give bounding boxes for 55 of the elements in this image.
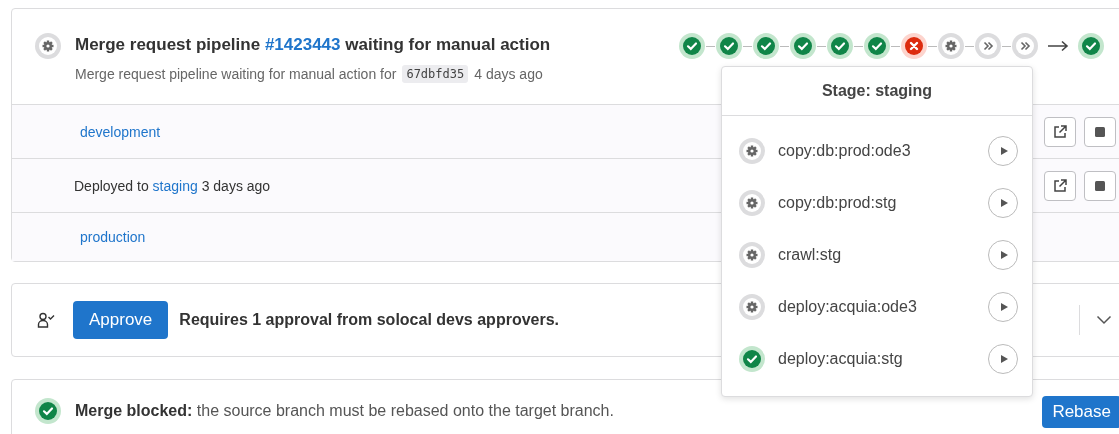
check-status-icon[interactable]	[678, 32, 707, 60]
environment-link[interactable]: development	[80, 123, 161, 140]
job-link[interactable]: deploy:acquia:ode3	[778, 298, 917, 316]
check-status-icon[interactable]	[752, 32, 781, 60]
check-status-icon[interactable]	[789, 32, 818, 60]
gear-status-icon	[738, 189, 766, 217]
external-link-button[interactable]	[1044, 170, 1076, 201]
approver-icon	[36, 312, 56, 328]
play-button[interactable]	[988, 136, 1018, 166]
check-status-icon[interactable]	[826, 32, 855, 60]
gear-status-icon	[738, 241, 766, 269]
merge-status-message: Merge blocked: the source branch must be rebased onto the target branch.	[75, 402, 614, 420]
job-link[interactable]: copy:db:prod:stg	[778, 194, 897, 212]
check-status-icon	[34, 397, 62, 425]
commit-sha[interactable]: 67dbfd35	[402, 65, 469, 83]
check-status-icon[interactable]	[863, 32, 892, 60]
play-button[interactable]	[988, 240, 1018, 270]
dropdown-title: Stage: staging	[722, 67, 1032, 116]
gear-status-icon	[738, 293, 766, 321]
play-icon	[999, 146, 1009, 156]
double-chevron-status-icon[interactable]	[974, 32, 1003, 60]
external-link-button[interactable]	[1044, 116, 1076, 147]
gear-status-icon[interactable]	[937, 32, 966, 60]
cross-status-icon[interactable]	[900, 32, 929, 60]
play-button[interactable]	[988, 344, 1018, 374]
play-button[interactable]	[988, 292, 1018, 322]
play-icon	[999, 198, 1009, 208]
job-link[interactable]: copy:db:prod:ode3	[778, 142, 911, 160]
arrow-icon	[1047, 40, 1070, 52]
stop-button[interactable]	[1084, 116, 1116, 147]
deployment-status: Deployed to staging 3 days ago	[74, 177, 271, 194]
double-chevron-status-icon[interactable]	[1011, 32, 1040, 60]
environment-link[interactable]: staging	[152, 177, 198, 194]
external-link-icon	[1052, 123, 1068, 140]
play-icon	[999, 354, 1009, 364]
play-icon	[999, 250, 1009, 260]
external-link-icon	[1052, 177, 1068, 194]
check-status-icon[interactable]	[715, 32, 744, 60]
pipeline-time: 4 days ago	[474, 66, 543, 82]
pipeline-title: Merge request pipeline #1423443 waiting for manual action	[75, 35, 551, 55]
pipeline-link[interactable]: #1423443	[264, 35, 341, 54]
gear-status-icon	[738, 137, 766, 165]
environment-link[interactable]: production	[80, 229, 146, 245]
check-status-icon[interactable]	[1077, 32, 1106, 60]
gear-status-icon	[34, 32, 62, 60]
job-link[interactable]: deploy:acquia:stg	[778, 350, 903, 368]
rebase-button[interactable]: Rebase	[1042, 396, 1119, 428]
play-button[interactable]	[988, 188, 1018, 218]
job-link[interactable]: crawl:stg	[778, 246, 842, 264]
approval-requirement: Requires 1 approval from solocal devs approvers.	[179, 311, 560, 329]
stop-button[interactable]	[1084, 170, 1116, 201]
approve-button[interactable]: Approve	[73, 301, 169, 339]
check-status-icon	[738, 345, 766, 373]
pipeline-subtitle: Merge request pipeline waiting for manual action for	[75, 66, 397, 82]
play-icon	[999, 302, 1009, 312]
